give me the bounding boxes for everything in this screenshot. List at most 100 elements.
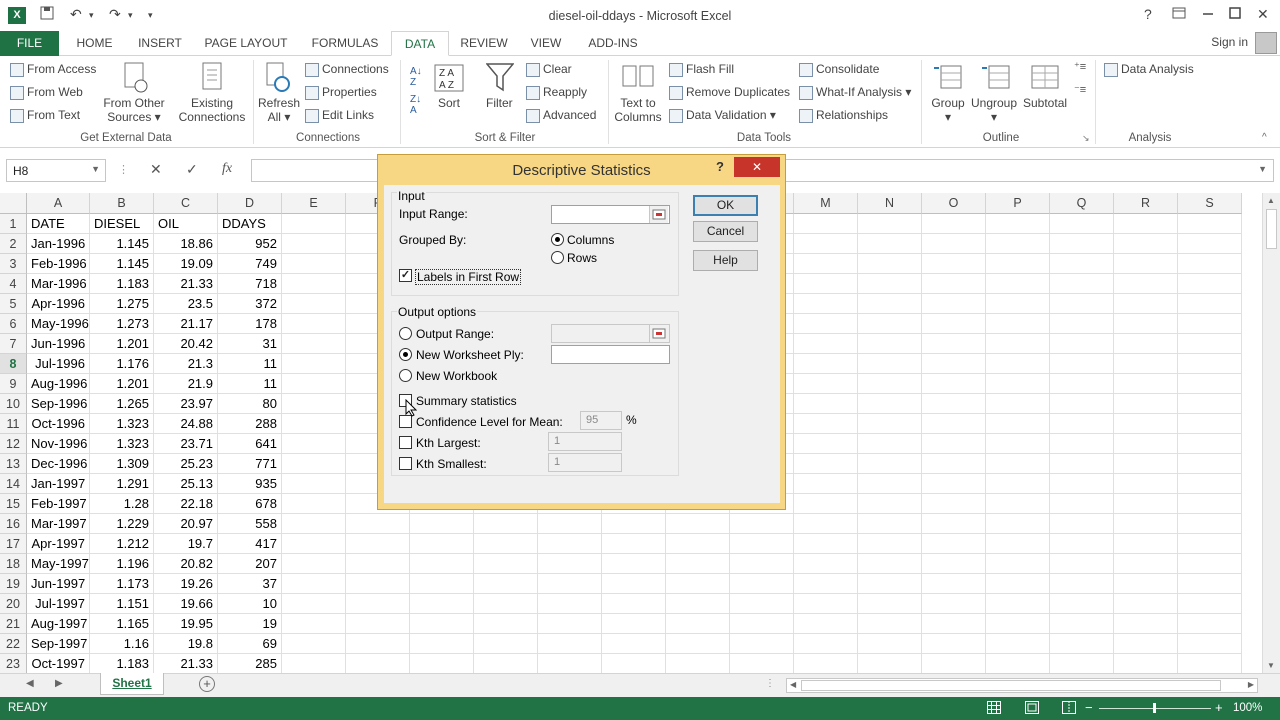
output-range-radio[interactable]: [399, 327, 412, 340]
grid-cell[interactable]: [986, 434, 1050, 454]
consolidate-button[interactable]: Consolidate: [799, 62, 879, 77]
grid-cell[interactable]: [1114, 534, 1178, 554]
cancel-entry-icon[interactable]: ✕: [150, 161, 162, 178]
grid-cell[interactable]: [1050, 214, 1114, 234]
sort-az-button[interactable]: A↓ Z: [410, 66, 422, 88]
kth-smallest-checkbox[interactable]: [399, 457, 412, 470]
relationships-button[interactable]: Relationships: [799, 108, 888, 123]
tab-insert[interactable]: INSERT: [133, 31, 187, 56]
grid-cell[interactable]: [794, 334, 858, 354]
grid-cell[interactable]: 1.165: [90, 614, 154, 634]
grid-cell[interactable]: [602, 594, 666, 614]
horizontal-scroll-thumb[interactable]: [801, 680, 1221, 691]
grid-cell[interactable]: [858, 394, 922, 414]
grid-cell[interactable]: Feb-1997: [27, 494, 90, 514]
grid-cell[interactable]: 21.3: [154, 354, 218, 374]
grid-cell[interactable]: [474, 614, 538, 634]
grid-cell[interactable]: [282, 594, 346, 614]
new-worksheet-ply-field[interactable]: [551, 345, 670, 364]
grid-cell[interactable]: 1.145: [90, 234, 154, 254]
grid-cell[interactable]: [666, 534, 730, 554]
previous-sheet-icon[interactable]: ◀: [26, 678, 34, 689]
grid-cell[interactable]: 19.7: [154, 534, 218, 554]
grid-cell[interactable]: 1.291: [90, 474, 154, 494]
grid-cell[interactable]: 1.309: [90, 454, 154, 474]
column-header[interactable]: C: [154, 193, 218, 214]
grid-cell[interactable]: [1178, 454, 1242, 474]
grid-cell[interactable]: [538, 654, 602, 673]
grid-cell[interactable]: [410, 554, 474, 574]
grid-cell[interactable]: [1050, 374, 1114, 394]
grid-cell[interactable]: [1050, 474, 1114, 494]
grid-cell[interactable]: [922, 554, 986, 574]
grid-cell[interactable]: [474, 634, 538, 654]
avatar[interactable]: [1255, 32, 1277, 54]
kth-largest-checkbox[interactable]: [399, 436, 412, 449]
grid-cell[interactable]: 1.201: [90, 374, 154, 394]
column-header[interactable]: D: [218, 193, 282, 214]
grid-cell[interactable]: [1178, 594, 1242, 614]
sort-button[interactable]: Sort: [438, 96, 460, 110]
grid-cell[interactable]: [986, 534, 1050, 554]
grid-cell[interactable]: 25.13: [154, 474, 218, 494]
grid-cell[interactable]: [986, 614, 1050, 634]
enter-entry-icon[interactable]: ✓: [186, 161, 198, 178]
grid-cell[interactable]: [858, 254, 922, 274]
grid-cell[interactable]: 207: [218, 554, 282, 574]
grid-cell[interactable]: [1114, 454, 1178, 474]
grid-cell[interactable]: 69: [218, 634, 282, 654]
grid-cell[interactable]: [282, 214, 346, 234]
sign-in-link[interactable]: Sign in: [1211, 35, 1248, 49]
grid-cell[interactable]: [474, 574, 538, 594]
grid-cell[interactable]: 37: [218, 574, 282, 594]
grid-cell[interactable]: [922, 514, 986, 534]
grid-cell[interactable]: [922, 434, 986, 454]
grid-cell[interactable]: [1050, 254, 1114, 274]
grid-cell[interactable]: [986, 454, 1050, 474]
row-header[interactable]: 6: [0, 314, 27, 334]
grid-cell[interactable]: [1114, 354, 1178, 374]
grid-cell[interactable]: [986, 254, 1050, 274]
maximize-icon[interactable]: [1229, 6, 1241, 23]
grid-cell[interactable]: Apr-1996: [27, 294, 90, 314]
grid-cell[interactable]: [1114, 634, 1178, 654]
grid-cell[interactable]: [1114, 434, 1178, 454]
expand-formula-bar-icon[interactable]: ▼: [1258, 164, 1267, 174]
row-header[interactable]: 18: [0, 554, 27, 574]
grid-cell[interactable]: [1050, 454, 1114, 474]
row-header[interactable]: 9: [0, 374, 27, 394]
filter-button[interactable]: Filter: [486, 96, 513, 110]
grid-cell[interactable]: [1050, 414, 1114, 434]
grid-cell[interactable]: 20.97: [154, 514, 218, 534]
grid-cell[interactable]: [666, 554, 730, 574]
grid-cell[interactable]: [1114, 474, 1178, 494]
grid-cell[interactable]: 20.42: [154, 334, 218, 354]
grid-cell[interactable]: [602, 614, 666, 634]
grid-cell[interactable]: [794, 574, 858, 594]
row-header[interactable]: 8: [0, 354, 27, 374]
grid-cell[interactable]: [410, 634, 474, 654]
grid-cell[interactable]: [282, 634, 346, 654]
grid-cell[interactable]: [858, 234, 922, 254]
labels-first-row-checkbox[interactable]: ✓: [399, 269, 412, 282]
grid-cell[interactable]: [1114, 234, 1178, 254]
column-header[interactable]: Q: [1050, 193, 1114, 214]
name-box-dropdown-icon[interactable]: ▼: [91, 164, 100, 174]
grid-cell[interactable]: [282, 474, 346, 494]
grid-cell[interactable]: Apr-1997: [27, 534, 90, 554]
grid-cell[interactable]: Jan-1997: [27, 474, 90, 494]
grid-cell[interactable]: 1.28: [90, 494, 154, 514]
grid-cell[interactable]: [986, 334, 1050, 354]
grid-cell[interactable]: [922, 474, 986, 494]
grid-cell[interactable]: [1178, 214, 1242, 234]
zoom-out-icon[interactable]: −: [1085, 700, 1093, 715]
grid-cell[interactable]: [1114, 654, 1178, 673]
grid-cell[interactable]: [858, 514, 922, 534]
grid-cell[interactable]: 10: [218, 594, 282, 614]
grid-cell[interactable]: Dec-1996: [27, 454, 90, 474]
grid-cell[interactable]: [858, 354, 922, 374]
grid-cell[interactable]: [346, 594, 410, 614]
grid-cell[interactable]: [282, 514, 346, 534]
grid-cell[interactable]: 1.229: [90, 514, 154, 534]
grid-cell[interactable]: [794, 274, 858, 294]
